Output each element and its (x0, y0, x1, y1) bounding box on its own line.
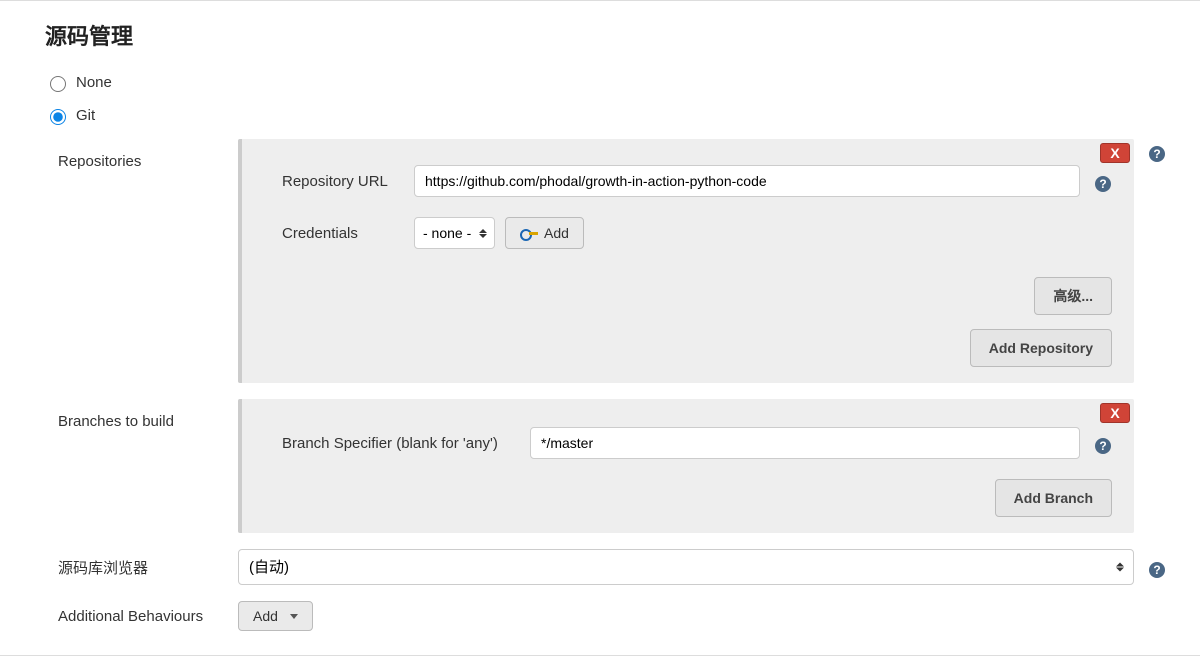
repo-url-label: Repository URL (282, 173, 414, 190)
branches-block: X Branch Specifier (blank for 'any') ? A… (238, 399, 1134, 533)
credentials-select[interactable]: - none - (414, 217, 495, 249)
branch-specifier-label: Branch Specifier (blank for 'any') (282, 435, 530, 452)
repo-browser-select[interactable]: (自动) (238, 549, 1134, 585)
svg-text:?: ? (1153, 563, 1160, 577)
additional-label: Additional Behaviours (58, 608, 238, 625)
branch-specifier-input[interactable] (530, 427, 1080, 459)
add-branch-button[interactable]: Add Branch (995, 479, 1112, 517)
scm-option-none[interactable]: None (45, 73, 1180, 92)
scm-option-git[interactable]: Git (45, 106, 1180, 125)
radio-git-label: Git (76, 107, 95, 124)
repo-url-input[interactable] (414, 165, 1080, 197)
help-icon[interactable]: ? (1148, 561, 1166, 579)
svg-text:?: ? (1099, 439, 1106, 453)
add-credentials-button[interactable]: Add (505, 217, 584, 249)
help-icon[interactable]: ? (1094, 175, 1112, 193)
section-title: 源码管理 (45, 19, 1180, 51)
credentials-label: Credentials (282, 225, 414, 242)
branches-label: Branches to build (58, 399, 238, 430)
help-icon[interactable]: ? (1148, 145, 1166, 163)
radio-none[interactable] (50, 76, 66, 92)
chevron-down-icon (290, 614, 298, 619)
key-icon (520, 228, 538, 238)
delete-repository-button[interactable]: X (1100, 143, 1130, 163)
advanced-button[interactable]: 高级... (1034, 277, 1112, 315)
add-behaviour-label: Add (253, 608, 278, 624)
repo-browser-label: 源码库浏览器 (58, 557, 238, 578)
help-icon[interactable]: ? (1094, 437, 1112, 455)
radio-none-label: None (76, 74, 112, 91)
add-behaviour-button[interactable]: Add (238, 601, 313, 631)
add-credentials-label: Add (544, 225, 569, 241)
svg-text:?: ? (1099, 177, 1106, 191)
delete-branch-button[interactable]: X (1100, 403, 1130, 423)
repositories-label: Repositories (58, 139, 238, 170)
add-repository-button[interactable]: Add Repository (970, 329, 1112, 367)
radio-git[interactable] (50, 109, 66, 125)
repositories-block: X Repository URL ? Credentials - none - (238, 139, 1134, 383)
svg-text:?: ? (1153, 147, 1160, 161)
